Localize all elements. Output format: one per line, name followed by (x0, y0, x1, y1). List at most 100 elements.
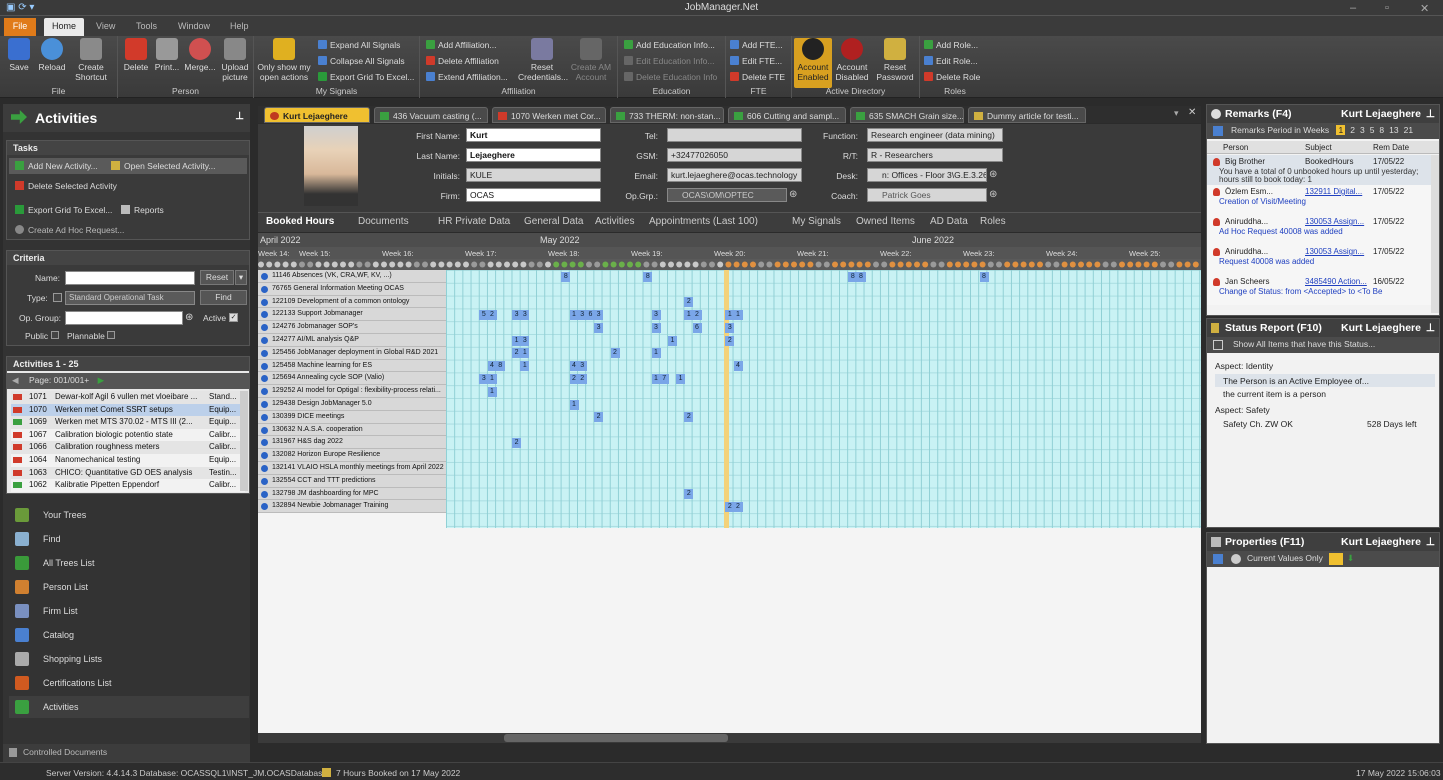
booked-hour-cell[interactable]: 7 (659, 373, 669, 384)
upload-picture-button[interactable]: Upload picture (218, 38, 252, 82)
nav-item-activities[interactable]: Activities (9, 696, 249, 718)
table-row[interactable]: 76765 General Information Meeting OCAS (258, 282, 446, 296)
table-row[interactable]: 130632 N.A.S.A. cooperation (258, 423, 446, 437)
add-fte-button[interactable]: Add FTE... (730, 40, 783, 50)
tab-roles[interactable]: Roles (980, 216, 1006, 227)
reports-link[interactable]: Reports (121, 205, 164, 215)
nav-item-find[interactable]: Find (9, 528, 249, 550)
hour-cells[interactable]: 8888825233136331211336313122121481434312… (446, 270, 1201, 528)
op-group-input[interactable] (65, 311, 183, 325)
print-button[interactable]: Print... (152, 38, 182, 72)
nav-item-catalog[interactable]: Catalog (9, 624, 249, 646)
delete-fte-button[interactable]: Delete FTE (730, 72, 785, 82)
column-subject[interactable]: Subject (1305, 143, 1332, 152)
tab-list-icon[interactable]: ▾ (1174, 108, 1179, 119)
gsm-field[interactable]: +32477026050 (667, 148, 802, 162)
tab-general-data[interactable]: General Data (524, 216, 583, 227)
filter-icon[interactable] (1231, 554, 1241, 564)
edit-fte-button[interactable]: Edit FTE... (730, 56, 782, 66)
remarks-scrollbar[interactable] (1431, 155, 1439, 313)
reset-button[interactable]: Reset (200, 270, 234, 285)
adhoc-request-link[interactable]: Create Ad Hoc Request... (15, 225, 124, 235)
tab-activity-635[interactable]: 635 SMACH Grain size... (850, 107, 964, 123)
account-enabled-button[interactable]: Account Enabled (794, 38, 832, 88)
column-rem-date[interactable]: Rem Date (1373, 143, 1409, 152)
find-button[interactable]: Find (200, 290, 247, 305)
expand-signals-button[interactable]: Expand All Signals (318, 40, 400, 50)
tab-activity-606[interactable]: 606 Cutting and sampl... (728, 107, 846, 123)
table-row[interactable]: 125694 Annealing cycle SOP (Valio) (258, 372, 446, 386)
last-name-field[interactable]: Lejaeghere (466, 148, 601, 162)
reset-credentials-button[interactable]: Reset Credentials... (518, 38, 568, 82)
tab-documents[interactable]: Documents (358, 216, 409, 227)
account-disabled-button[interactable]: Account Disabled (832, 38, 872, 82)
period-option[interactable]: 3 (1360, 125, 1365, 135)
minimize-icon[interactable]: – (1350, 2, 1356, 14)
add-new-activity-link[interactable]: Add New Activity... (15, 161, 98, 171)
name-input[interactable] (65, 271, 195, 285)
booked-hour-cell[interactable]: 2 (577, 373, 587, 384)
open-activity-link[interactable]: Open Selected Activity... (111, 161, 216, 171)
booked-hour-cell[interactable]: 8 (856, 271, 866, 282)
pin-icon[interactable]: ⊥ (1426, 536, 1435, 548)
tab-activity-733[interactable]: 733 THERM: non-stan... (610, 107, 724, 123)
tab-activities[interactable]: Activities (595, 216, 634, 227)
delete-affiliation-button[interactable]: Delete Affiliation (426, 56, 499, 66)
tab-person[interactable]: Kurt Lejaeghere (264, 107, 370, 123)
booked-hour-cell[interactable]: 2 (610, 348, 620, 359)
remark-item[interactable]: Jan Scheers 3485490 Action... 16/05/22 Chan… (1207, 275, 1431, 305)
booked-hour-cell[interactable]: 3 (594, 322, 604, 333)
refresh-icon[interactable] (1213, 554, 1223, 564)
booked-hour-cell[interactable]: 1 (520, 361, 530, 372)
tab-hr-private-data[interactable]: HR Private Data (438, 216, 510, 227)
create-shortcut-button[interactable]: Create Shortcut (70, 38, 112, 82)
list-scrollbar[interactable] (240, 391, 248, 491)
merge-button[interactable]: Merge... (184, 38, 216, 72)
booked-hour-cell[interactable]: 2 (733, 501, 743, 512)
booked-hour-cell[interactable]: 1 (487, 373, 497, 384)
tab-my-signals[interactable]: My Signals (792, 216, 841, 227)
horizontal-scrollbar[interactable] (258, 733, 1201, 743)
nav-item-your-trees[interactable]: Your Trees (9, 504, 249, 526)
aspect-safety[interactable]: Aspect: Safety (1215, 405, 1270, 415)
export-excel-link[interactable]: Export Grid To Excel... (15, 205, 112, 215)
delete-education-button[interactable]: Delete Education Info (624, 72, 717, 82)
initials-field[interactable]: KULE (466, 168, 601, 182)
list-item[interactable]: 1064 Nanomechanical testing Equip... (11, 454, 245, 467)
desk-field[interactable]: n: Offices - Floor 3\G.E.3.26 (867, 168, 987, 182)
booked-hour-cell[interactable]: 3 (594, 309, 604, 320)
pin-icon[interactable]: ⊥ (1426, 108, 1435, 120)
add-role-button[interactable]: Add Role... (924, 40, 978, 50)
opgrp-field[interactable]: OCAS\OM\OPTEC (667, 188, 787, 202)
reset-password-button[interactable]: Reset Password (874, 38, 916, 82)
close-tab-icon[interactable]: ✕ (1188, 107, 1196, 118)
delete-activity-link[interactable]: Delete Selected Activity (15, 181, 117, 191)
period-option[interactable]: 2 (1350, 125, 1355, 135)
tab-file[interactable]: File (4, 18, 36, 36)
remark-subject[interactable]: 132911 Digital... (1305, 187, 1362, 196)
export-grid-button[interactable]: Export Grid To Excel... (318, 72, 414, 82)
tab-activity-436[interactable]: 436 Vacuum casting (... (374, 107, 488, 123)
remark-item[interactable]: Big Brother BookedHours 17/05/22 You have a… (1207, 155, 1431, 185)
table-row[interactable]: 125456 JobManager deployment in Global R… (258, 346, 446, 360)
email-field[interactable]: kurt.lejaeghere@ocas.technology (667, 168, 802, 182)
remark-item[interactable]: Aniruddha... 130053 Assign... 17/05/22 Ad H… (1207, 215, 1431, 245)
current-values-label[interactable]: Current Values Only (1247, 553, 1323, 563)
list-item[interactable]: 1067 Calibration biologic potentio state C… (11, 428, 245, 442)
list-item[interactable]: 1063 CHICO: Quantitative GD OES analysis T… (11, 466, 245, 480)
add-affiliation-button[interactable]: Add Affiliation... (426, 40, 496, 50)
tab-window[interactable]: Window (170, 18, 218, 36)
active-checkbox[interactable]: ✓ (229, 313, 238, 322)
nav-item-certifications-list[interactable]: Certifications List (9, 672, 249, 694)
booked-hour-cell[interactable]: 1 (676, 373, 686, 384)
prev-page-icon[interactable]: ◀ (12, 375, 19, 386)
booked-hour-cell[interactable]: 8 (495, 361, 505, 372)
remark-subject[interactable]: 130053 Assign... (1305, 247, 1364, 256)
booked-hour-cell[interactable]: 2 (725, 335, 735, 346)
pin-icon[interactable]: ⊥ (1426, 322, 1435, 334)
controlled-documents-bar[interactable]: Controlled Documents (3, 744, 250, 762)
table-row[interactable]: 131967 H&S dag 2022 (258, 436, 446, 450)
booked-hour-cell[interactable]: 3 (577, 361, 587, 372)
plannable-checkbox[interactable] (107, 331, 115, 339)
table-row[interactable]: 124277 AI/ML analysis Q&P (258, 334, 446, 347)
